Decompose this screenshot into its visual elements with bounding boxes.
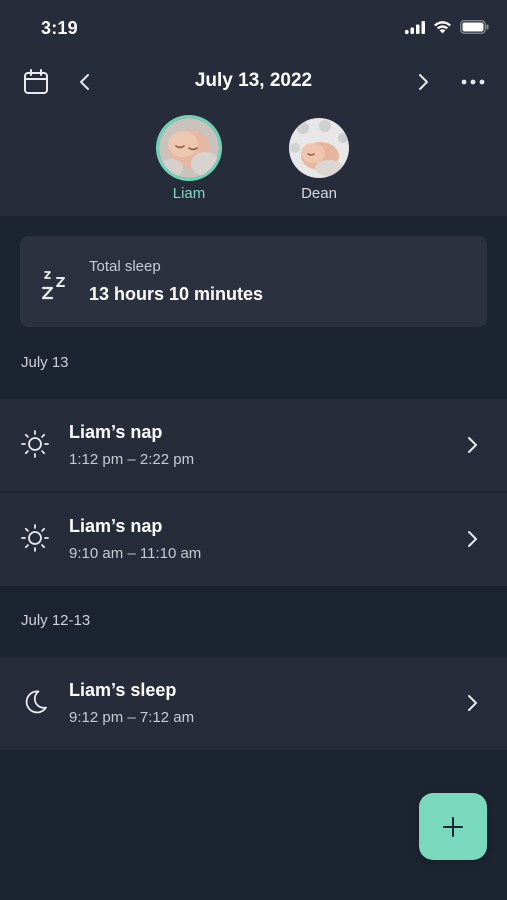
more-options-button[interactable] bbox=[455, 62, 491, 102]
calendar-icon bbox=[24, 69, 48, 94]
sleep-zzz-icon bbox=[41, 271, 65, 300]
sun-icon bbox=[21, 430, 49, 458]
section-header: July 13 bbox=[21, 354, 69, 371]
chevron-left-icon bbox=[80, 74, 89, 90]
profile-liam[interactable]: Liam bbox=[149, 118, 229, 202]
sleep-entry[interactable]: Liam’s nap 1:12 pm – 2:22 pm bbox=[0, 399, 507, 492]
status-time: 3:19 bbox=[41, 18, 78, 38]
sleep-log-screen: 3:19 July 13, 2022 Liam Dean Total sleep… bbox=[0, 0, 507, 900]
entry-title: Liam’s nap bbox=[69, 422, 163, 442]
sun-icon bbox=[21, 524, 49, 552]
add-entry-button[interactable] bbox=[419, 793, 487, 860]
plus-icon bbox=[443, 816, 463, 837]
entry-time: 9:10 am – 11:10 am bbox=[69, 545, 202, 562]
avatar bbox=[289, 118, 349, 178]
calendar-button[interactable] bbox=[18, 62, 54, 102]
profile-dean[interactable]: Dean bbox=[279, 118, 359, 202]
section-header: July 12-13 bbox=[21, 612, 91, 629]
baby-photo bbox=[159, 118, 219, 178]
baby-photo bbox=[289, 118, 349, 178]
chevron-right-icon bbox=[468, 695, 477, 711]
more-horizontal-icon bbox=[461, 79, 485, 85]
chevron-right-icon bbox=[468, 531, 477, 547]
avatar bbox=[159, 118, 219, 178]
entry-time: 9:12 pm – 7:12 am bbox=[69, 709, 195, 726]
total-sleep-label: Total sleep bbox=[89, 258, 161, 275]
total-sleep-value: 13 hours 10 minutes bbox=[89, 284, 264, 304]
previous-day-button[interactable] bbox=[70, 62, 100, 102]
battery-icon bbox=[460, 20, 489, 34]
status-bar: 3:19 bbox=[0, 0, 507, 56]
moon-icon bbox=[25, 690, 47, 714]
entry-time: 1:12 pm – 2:22 pm bbox=[69, 451, 195, 468]
sleep-entry[interactable]: Liam’s sleep 9:12 pm – 7:12 am bbox=[0, 657, 507, 750]
next-day-button[interactable] bbox=[408, 62, 438, 102]
cellular-signal-icon bbox=[405, 20, 425, 34]
entry-title: Liam’s sleep bbox=[69, 680, 177, 700]
sleep-entry[interactable]: Liam’s nap 9:10 am – 11:10 am bbox=[0, 493, 507, 586]
date-navigation: July 13, 2022 bbox=[0, 62, 507, 102]
child-selector: Liam Dean bbox=[0, 118, 507, 208]
profile-name: Liam bbox=[172, 185, 206, 202]
header: 3:19 July 13, 2022 Liam Dean bbox=[0, 0, 507, 216]
chevron-right-icon bbox=[419, 74, 428, 90]
chevron-right-icon bbox=[468, 437, 477, 453]
wifi-icon bbox=[434, 21, 451, 34]
status-icons bbox=[405, 20, 489, 34]
profile-name: Dean bbox=[301, 185, 337, 202]
date-title: July 13, 2022 bbox=[194, 70, 313, 91]
entry-title: Liam’s nap bbox=[69, 516, 163, 536]
total-sleep-card bbox=[20, 236, 487, 327]
